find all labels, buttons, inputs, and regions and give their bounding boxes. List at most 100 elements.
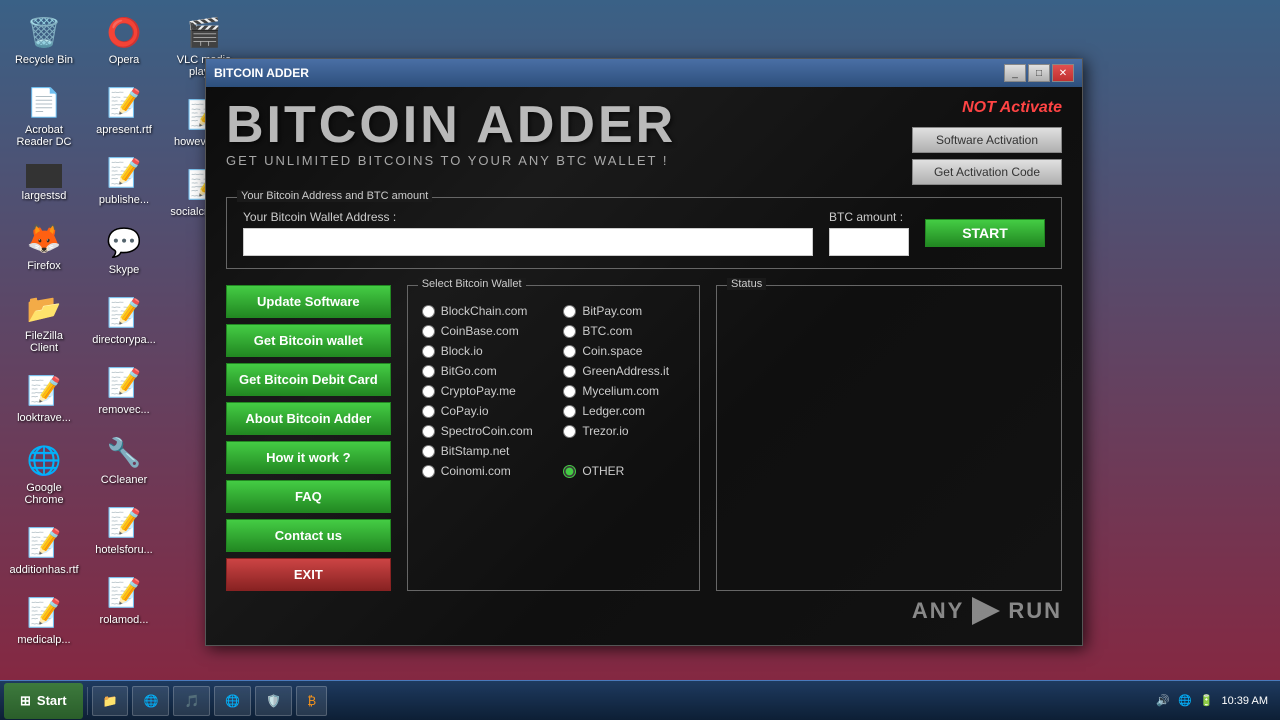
desktop-icon-apresent[interactable]: 📝 apresent.rtf <box>88 78 160 140</box>
wallet-radio-bitstamp[interactable] <box>422 445 435 458</box>
desktop-icon-looktravel[interactable]: 📝 looktrave... <box>8 366 80 428</box>
app-subtitle: GET UNLIMITED BITCOINS TO YOUR ANY BTC W… <box>226 153 676 168</box>
wallet-radio-spectrocoin[interactable] <box>422 425 435 438</box>
close-button[interactable]: ✕ <box>1052 64 1074 82</box>
wallet-option-bitstamp[interactable]: BitStamp.net <box>422 444 544 458</box>
wallet-radio-coinbase[interactable] <box>422 325 435 338</box>
wallet-radio-bitgo[interactable] <box>422 365 435 378</box>
wallet-option-coinbase[interactable]: CoinBase.com <box>422 324 544 338</box>
wallet-option-coinspace[interactable]: Coin.space <box>563 344 685 358</box>
desktop-icon-opera[interactable]: ⭕ Opera <box>88 8 160 70</box>
start-button[interactable]: ⊞ Start <box>4 683 83 719</box>
desktop-icon-additionhas[interactable]: 📝 additionhas.rtf <box>8 518 80 580</box>
address-section-label: Your Bitcoin Address and BTC amount <box>237 190 432 202</box>
taskbar-item-security[interactable]: 🛡️ <box>255 686 292 716</box>
wallet-label-ledger: Ledger.com <box>582 404 645 418</box>
desktop-icon-skype[interactable]: 💬 Skype <box>88 218 160 280</box>
watermark-run: RUN <box>1008 598 1062 624</box>
firefox-label: Firefox <box>27 260 61 272</box>
taskbar-item-explorer[interactable]: 📁 <box>92 686 129 716</box>
get-bitcoin-wallet-button[interactable]: Get Bitcoin wallet <box>226 324 391 357</box>
taskbar-item-ie[interactable]: 🌐 <box>132 686 169 716</box>
wallet-option-other[interactable]: OTHER <box>563 464 685 478</box>
taskbar-item-bitcoin[interactable]: ₿ <box>296 686 327 716</box>
desktop-icon-hotelsforu[interactable]: 📝 hotelsforu... <box>88 498 160 560</box>
wallet-option-coinomi[interactable]: Coinomi.com <box>422 464 544 478</box>
desktop-icons-container: 🗑️ Recycle Bin 📄 Acrobat Reader DC large… <box>0 0 200 680</box>
wallet-radio-mycelium[interactable] <box>563 385 576 398</box>
rolamod-label: rolamod... <box>100 614 149 626</box>
minimize-button[interactable]: _ <box>1004 64 1026 82</box>
desktop-icon-filezilla[interactable]: 📂 FileZilla Client <box>8 284 80 358</box>
wallet-option-blockio[interactable]: Block.io <box>422 344 544 358</box>
wallet-option-bitpay[interactable]: BitPay.com <box>563 304 685 318</box>
wallet-radio-btccom[interactable] <box>563 325 576 338</box>
window-controls: _ □ ✕ <box>1004 64 1074 82</box>
btc-amount-input[interactable] <box>829 228 909 256</box>
lower-section: Update Software Get Bitcoin wallet Get B… <box>226 285 1062 591</box>
wallet-option-ledger[interactable]: Ledger.com <box>563 404 685 418</box>
wallet-radio-blockchain[interactable] <box>422 305 435 318</box>
desktop-icon-chrome[interactable]: 🌐 Google Chrome <box>8 436 80 510</box>
get-bitcoin-debit-card-button[interactable]: Get Bitcoin Debit Card <box>226 363 391 396</box>
wallet-option-trezor[interactable]: Trezor.io <box>563 424 685 438</box>
watermark-any: ANY <box>912 598 964 624</box>
tray-volume-icon[interactable]: 🔊 <box>1156 694 1170 707</box>
bitcoin-taskbar-icon: ₿ <box>307 694 316 708</box>
desktop-icon-removec[interactable]: 📝 removec... <box>88 358 160 420</box>
wallet-option-blockchain[interactable]: BlockChain.com <box>422 304 544 318</box>
wallet-radio-greenaddress[interactable] <box>563 365 576 378</box>
wallet-option-bitgo[interactable]: BitGo.com <box>422 364 544 378</box>
header-buttons: NOT Activate Software Activation Get Act… <box>912 99 1062 185</box>
desktop-icon-largestsd[interactable]: largestsd <box>8 160 80 206</box>
wallet-label-coinspace: Coin.space <box>582 344 642 358</box>
app-header: BITCOIN ADDER GET UNLIMITED BITCOINS TO … <box>206 87 1082 197</box>
wallet-radio-coinomi[interactable] <box>422 465 435 478</box>
wallet-option-spectrocoin[interactable]: SpectroCoin.com <box>422 424 544 438</box>
wallet-radio-blockio[interactable] <box>422 345 435 358</box>
taskbar-item-winamp[interactable]: 🎵 <box>173 686 210 716</box>
how-it-work-button[interactable]: How it work ? <box>226 441 391 474</box>
wallet-radio-cryptopay[interactable] <box>422 385 435 398</box>
desktop-icon-recycle-bin[interactable]: 🗑️ Recycle Bin <box>8 8 80 70</box>
largestsd-label: largestsd <box>22 190 67 202</box>
software-activation-button[interactable]: Software Activation <box>912 127 1062 153</box>
wallet-address-input[interactable] <box>243 228 813 256</box>
wallet-option-mycelium[interactable]: Mycelium.com <box>563 384 685 398</box>
wallet-radio-coinspace[interactable] <box>563 345 576 358</box>
desktop-icon-ccleaner[interactable]: 🔧 CCleaner <box>88 428 160 490</box>
wallet-option-btccom[interactable]: BTC.com <box>563 324 685 338</box>
wallet-radio-copay[interactable] <box>422 405 435 418</box>
contact-us-button[interactable]: Contact us <box>226 519 391 552</box>
wallet-option-greenaddress[interactable]: GreenAddress.it <box>563 364 685 378</box>
get-activation-code-button[interactable]: Get Activation Code <box>912 159 1062 185</box>
desktop-icon-publishe[interactable]: 📝 publishe... <box>88 148 160 210</box>
tray-network-icon[interactable]: 🌐 <box>1178 694 1192 707</box>
start-button[interactable]: START <box>925 219 1045 247</box>
faq-button[interactable]: FAQ <box>226 480 391 513</box>
update-software-button[interactable]: Update Software <box>226 285 391 318</box>
maximize-button[interactable]: □ <box>1028 64 1050 82</box>
wallet-option-cryptopay[interactable]: CryptoPay.me <box>422 384 544 398</box>
wallet-label-coinbase: CoinBase.com <box>441 324 519 338</box>
wallet-label-copay: CoPay.io <box>441 404 489 418</box>
tray-battery-icon[interactable]: 🔋 <box>1200 694 1214 707</box>
desktop-icon-rolamod[interactable]: 📝 rolamod... <box>88 568 160 630</box>
desktop-icon-directorypa[interactable]: 📝 directorypa... <box>88 288 160 350</box>
wallet-radio-ledger[interactable] <box>563 405 576 418</box>
desktop-icon-acrobat[interactable]: 📄 Acrobat Reader DC <box>8 78 80 152</box>
exit-button[interactable]: EXIT <box>226 558 391 591</box>
wallet-option-copay[interactable]: CoPay.io <box>422 404 544 418</box>
desktop-icon-medicalp[interactable]: 📝 medicalp... <box>8 588 80 650</box>
app-title: BITCOIN ADDER <box>226 99 676 151</box>
chrome-icon: 🌐 <box>24 440 64 480</box>
wallet-radio-bitpay[interactable] <box>563 305 576 318</box>
desktop-icon-firefox[interactable]: 🦊 Firefox <box>8 214 80 276</box>
taskbar-item-chrome-taskbar[interactable]: 🌐 <box>214 686 251 716</box>
desktop: 🗑️ Recycle Bin 📄 Acrobat Reader DC large… <box>0 0 1280 720</box>
about-bitcoin-adder-button[interactable]: About Bitcoin Adder <box>226 402 391 435</box>
wallet-label-trezor: Trezor.io <box>582 424 628 438</box>
vlc-icon: 🎬 <box>184 12 224 52</box>
wallet-radio-other[interactable] <box>563 465 576 478</box>
wallet-radio-trezor[interactable] <box>563 425 576 438</box>
